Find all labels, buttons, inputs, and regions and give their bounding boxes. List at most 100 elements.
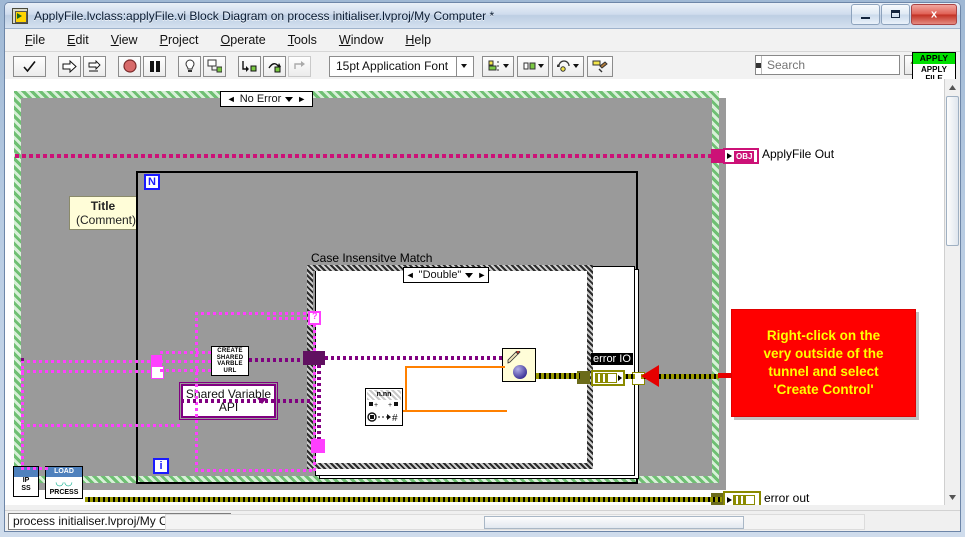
menu-window[interactable]: Window <box>328 31 394 49</box>
menu-operate[interactable]: Operate <box>210 31 277 49</box>
window-title: ApplyFile.lvclass:applyFile.vi Block Dia… <box>34 8 495 23</box>
font-selector-caret[interactable] <box>456 56 471 76</box>
search-scope-icon <box>756 62 761 68</box>
case-next-arrow[interactable]: ► <box>477 270 486 280</box>
search-input[interactable] <box>762 57 924 73</box>
tunnel-refnum-in-2[interactable] <box>151 366 164 379</box>
loop-iteration-terminal-i[interactable]: i <box>153 458 169 474</box>
diagram-comment[interactable]: Title (Comment) <box>69 196 137 230</box>
wire-refnum-h2[interactable] <box>160 351 212 354</box>
loop-count-terminal-N[interactable]: N <box>144 174 160 190</box>
run-continuously-button[interactable] <box>58 55 81 77</box>
scroll-up-button[interactable] <box>945 79 960 95</box>
run-button[interactable] <box>13 55 46 77</box>
close-icon: x <box>930 8 938 20</box>
horizontal-scrollbar-thumb[interactable] <box>484 516 744 529</box>
wire-purple-2[interactable] <box>181 399 311 403</box>
wire-numeric-2[interactable] <box>405 366 505 368</box>
menu-file[interactable]: File <box>14 31 56 49</box>
menu-project[interactable]: Project <box>149 31 210 49</box>
maximize-button[interactable] <box>881 4 910 25</box>
wire-refnum-4[interactable] <box>21 467 51 470</box>
load-process-vi[interactable]: LOAD ◡◡ PRCESS <box>45 466 83 499</box>
create-url-line3: VARBLE <box>217 361 243 367</box>
step-into-button[interactable] <box>238 55 261 77</box>
ip-address-node[interactable]: IP SS <box>13 466 39 497</box>
vertical-scrollbar[interactable] <box>944 79 960 505</box>
step-out-button[interactable] <box>288 55 311 77</box>
menu-tools[interactable]: Tools <box>277 31 328 49</box>
pause-button[interactable] <box>143 55 166 77</box>
wire-refnum-top[interactable] <box>195 312 315 315</box>
highlight-execution-button[interactable] <box>178 55 201 77</box>
chevron-down-icon <box>537 64 544 68</box>
case-structure-selector[interactable]: ◄ "Double" ► <box>403 267 489 283</box>
wire-purple-3[interactable] <box>21 358 24 361</box>
reorder-objects-button[interactable] <box>552 55 584 77</box>
ip-node-line1: IP <box>22 477 30 484</box>
wire-refnum-1[interactable] <box>21 360 156 363</box>
wire-refnum-h4[interactable] <box>160 369 212 372</box>
retain-wire-values-button[interactable] <box>203 55 226 77</box>
error-io-indicator[interactable] <box>591 370 625 386</box>
distribute-objects-button[interactable] <box>517 55 549 77</box>
cleanup-diagram-button[interactable] <box>587 55 613 77</box>
error-out-label: error out <box>764 491 810 505</box>
wire-refnum-left-v[interactable] <box>21 360 24 470</box>
case-tunnel-purple[interactable] <box>303 351 317 365</box>
case-prev-arrow[interactable]: ◄ <box>406 270 415 280</box>
wire-refnum-bottom[interactable] <box>195 469 315 472</box>
wire-numeric-1[interactable] <box>403 410 507 412</box>
terminal-arrow-icon <box>727 153 732 159</box>
svg-text:+: + <box>374 402 378 409</box>
wire-refnum-3[interactable] <box>21 424 181 427</box>
chevron-down-icon <box>949 494 956 500</box>
font-selector[interactable]: 15pt Application Font <box>329 55 474 77</box>
abort-execution-button[interactable] <box>118 55 141 77</box>
vertical-scrollbar-thumb[interactable] <box>946 96 959 246</box>
create-url-line4: URL <box>223 367 237 374</box>
wire-refnum-h3[interactable] <box>160 360 212 363</box>
chevron-down-icon[interactable] <box>465 272 474 278</box>
ip-node-line2: SS <box>21 485 31 492</box>
toolbar: 15pt Application Font Search APPLY APPLY <box>5 52 960 84</box>
minimize-icon <box>861 17 870 19</box>
run-continuously-loop-button[interactable] <box>83 55 106 77</box>
align-objects-button[interactable] <box>482 55 514 77</box>
error-out-terminal[interactable] <box>723 491 761 505</box>
horizontal-scrollbar[interactable] <box>165 514 865 530</box>
wire-error-2[interactable] <box>623 374 635 379</box>
error-case-selector[interactable]: ◄ No Error ► <box>220 91 313 107</box>
step-over-button[interactable] <box>263 55 286 77</box>
create-shared-variable-url-vi[interactable]: CREATE SHARED VARBLE URL <box>211 346 249 376</box>
close-button[interactable]: x <box>911 4 957 25</box>
vi-icon-badge-top: APPLY <box>913 53 955 64</box>
wire-purple-v1[interactable] <box>317 365 321 440</box>
apply-file-out-chip: OBJ <box>734 150 755 162</box>
wire-refnum-v1[interactable] <box>195 312 198 472</box>
wire-refnum-2[interactable] <box>21 370 156 373</box>
menu-edit[interactable]: Edit <box>56 31 100 49</box>
apply-file-out-terminal[interactable]: OBJ <box>723 148 759 164</box>
wire-object-top[interactable] <box>15 154 720 158</box>
wire-error-bottom[interactable] <box>85 497 722 502</box>
scroll-down-button[interactable] <box>945 489 960 505</box>
menu-view[interactable]: View <box>100 31 149 49</box>
menu-help[interactable]: Help <box>394 31 442 49</box>
minimize-button[interactable] <box>851 4 880 25</box>
error-case-selector-value: No Error <box>239 93 282 105</box>
error-cluster-icon <box>733 495 755 505</box>
wire-numeric-v[interactable] <box>405 366 407 411</box>
case-selector-terminal[interactable]: ? <box>308 311 321 325</box>
block-diagram-canvas[interactable]: ◄ No Error ► Title (Comment) OBJ ApplyFi… <box>5 79 960 505</box>
chevron-down-icon[interactable] <box>285 96 294 102</box>
maximize-icon <box>891 10 900 18</box>
case-next-arrow[interactable]: ► <box>297 94 306 104</box>
wire-purple-into-case[interactable] <box>325 356 502 360</box>
tunnel-purple-bottom[interactable] <box>311 439 325 453</box>
wire-error-1[interactable] <box>536 373 580 379</box>
write-shared-variable-vi[interactable] <box>502 348 536 382</box>
case-prev-arrow[interactable]: ◄ <box>227 94 236 104</box>
search-box[interactable] <box>755 55 939 75</box>
number-to-string-node[interactable]: n.nn + + # <box>365 388 403 426</box>
